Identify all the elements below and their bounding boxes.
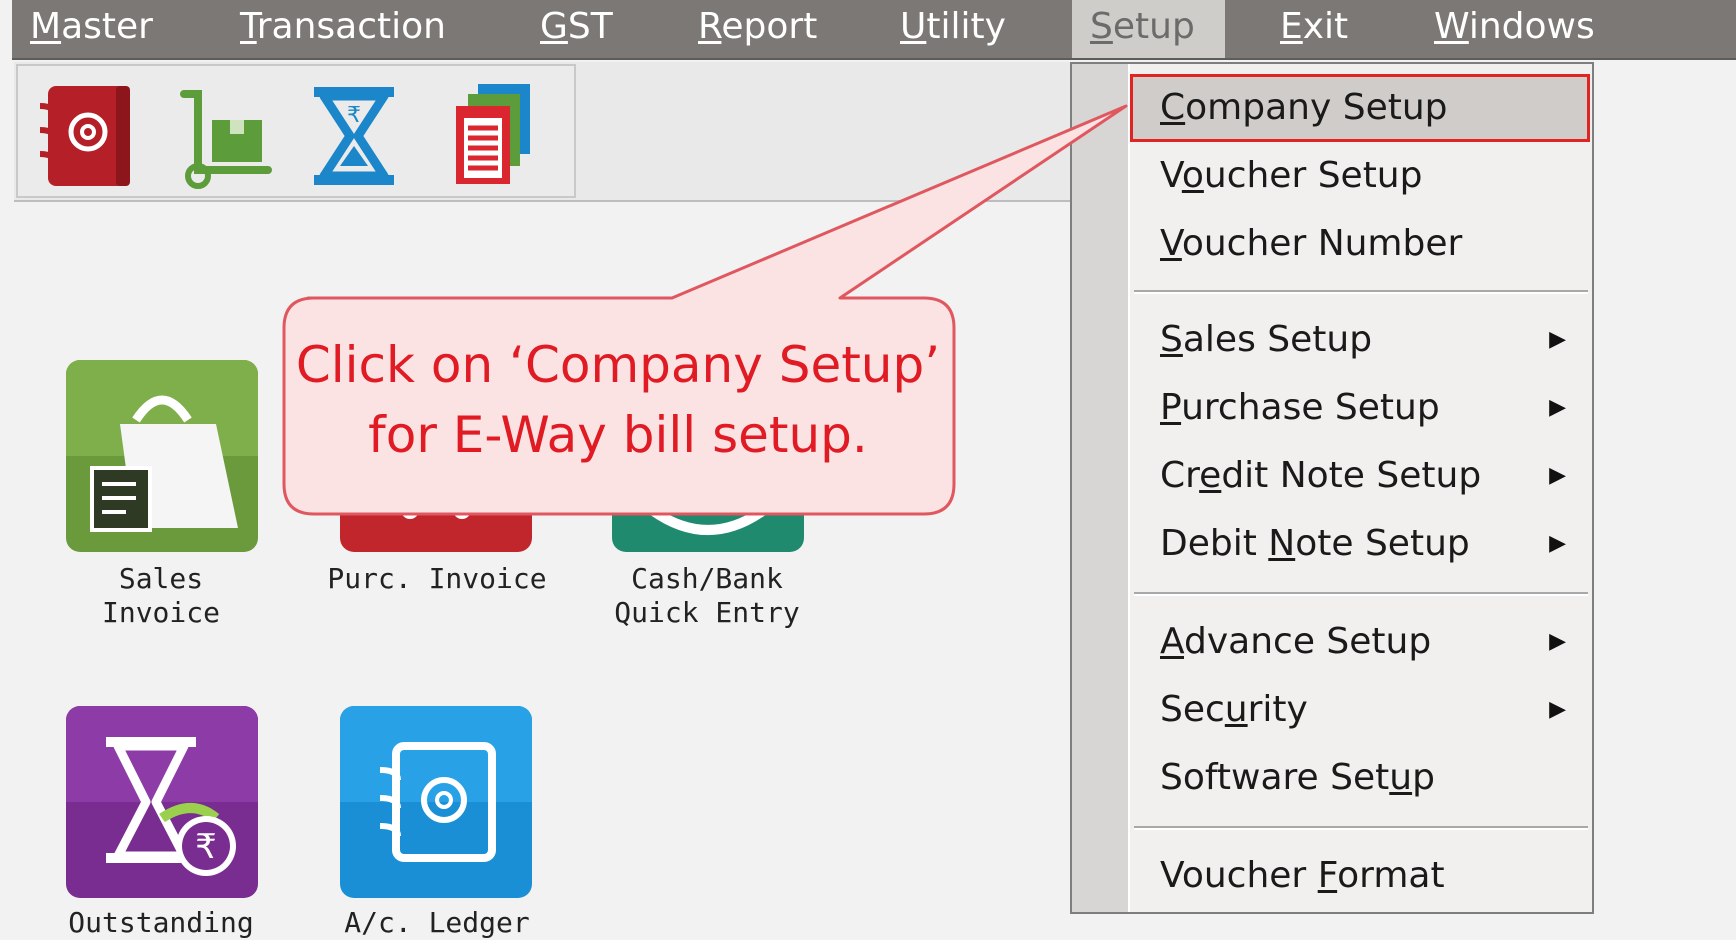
callout-text: Click on ‘Company Setup’ for E-Way bill … bbox=[288, 330, 948, 470]
callout-line-1: Click on ‘Company Setup’ bbox=[295, 336, 941, 394]
callout-line-2: for E-Way bill setup. bbox=[368, 406, 868, 464]
